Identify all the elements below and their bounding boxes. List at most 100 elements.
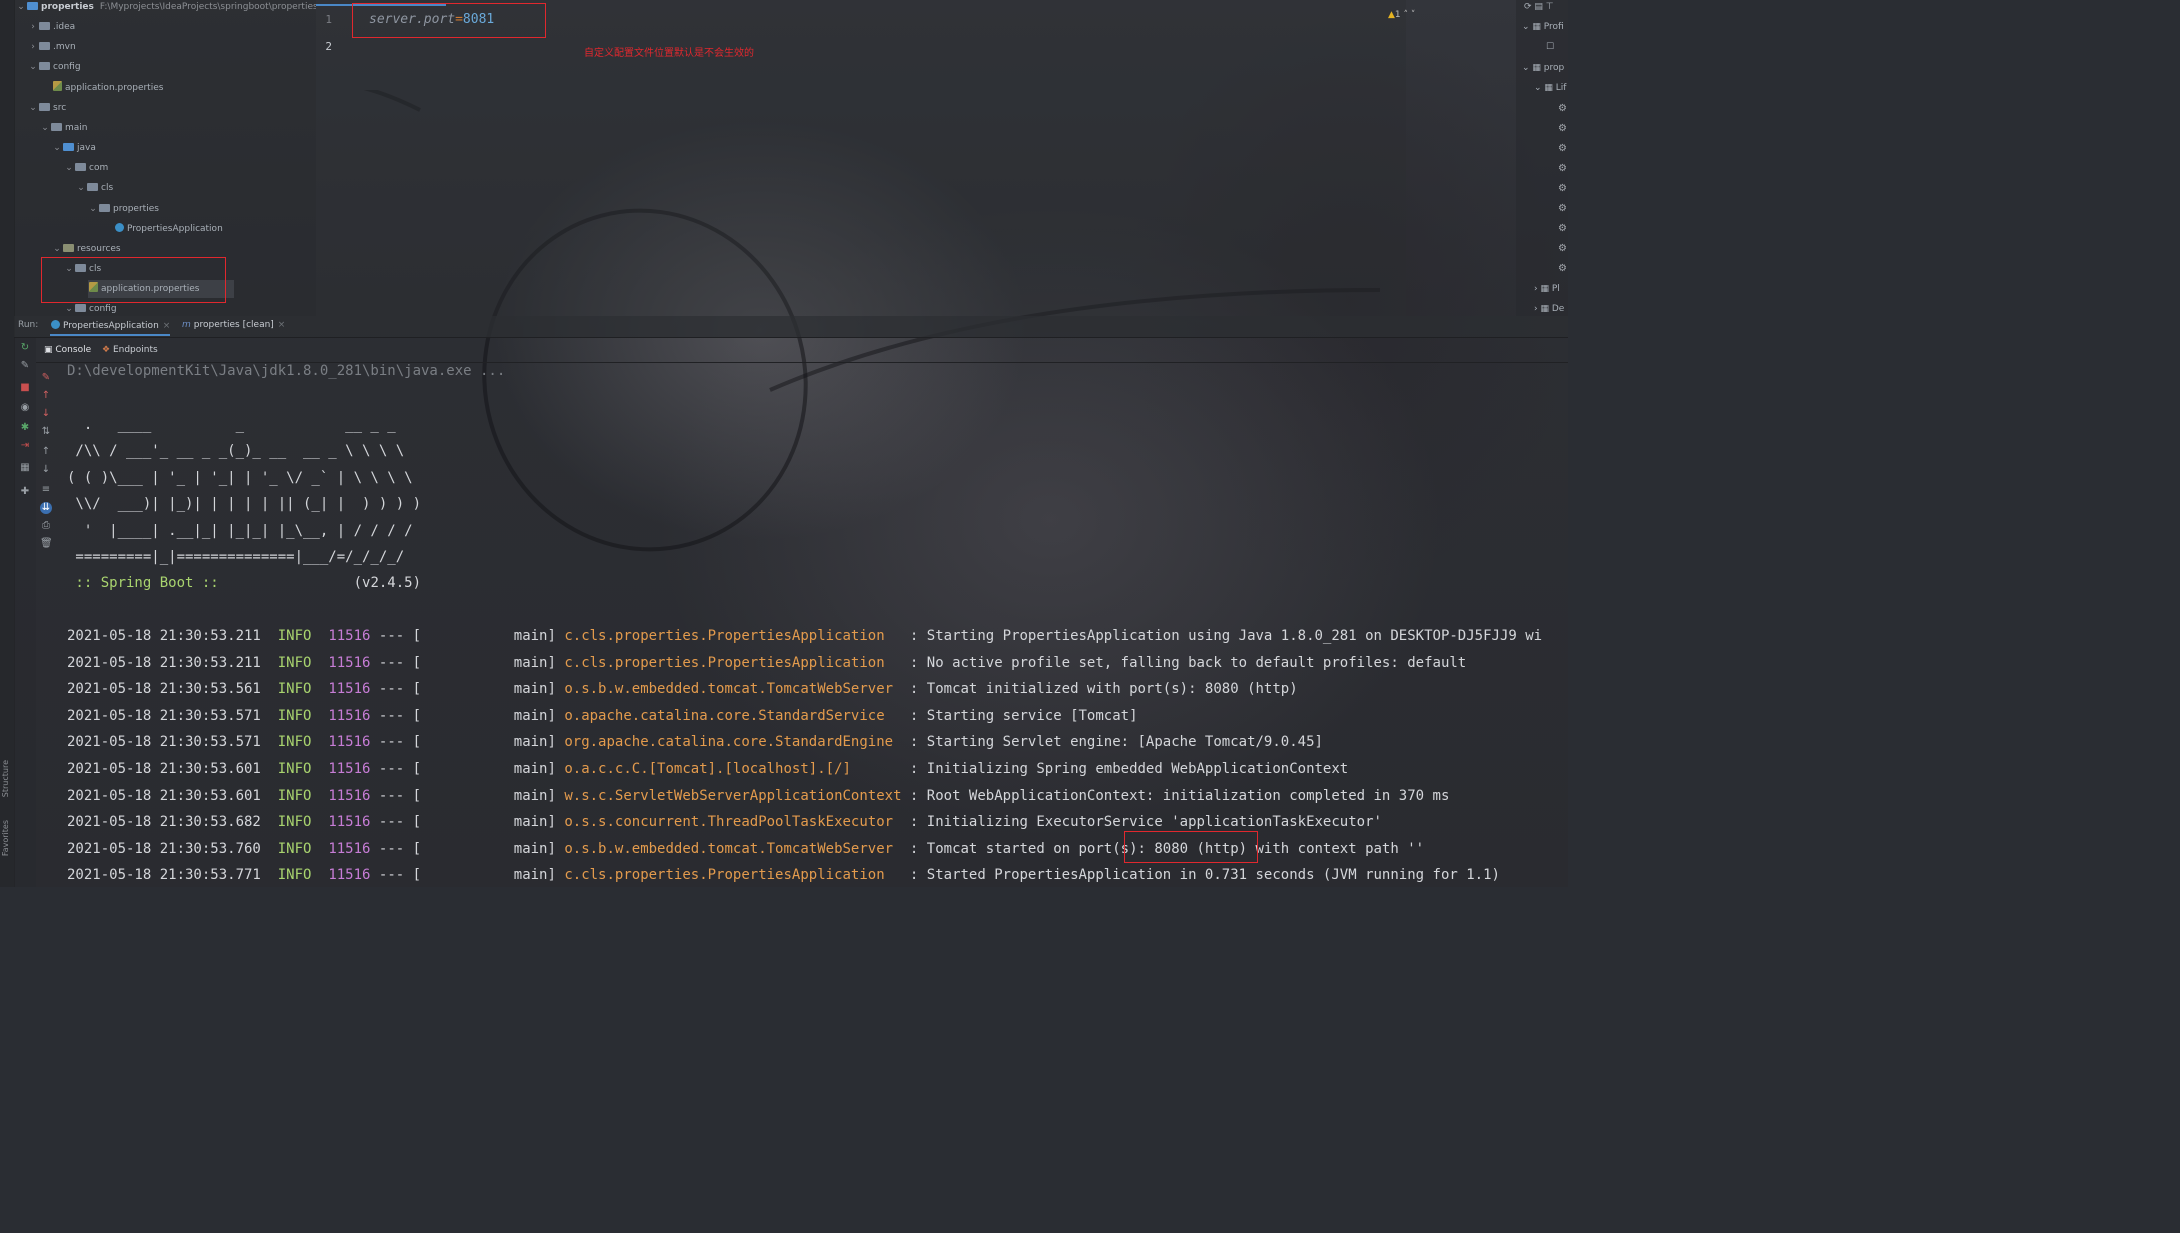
stop-icon[interactable]: ■ (19, 382, 31, 394)
tab-endpoints[interactable]: ❖ Endpoints (102, 345, 158, 355)
run-tab-properties-application[interactable]: PropertiesApplication × (50, 320, 171, 336)
chevron-down-icon[interactable]: ˅ (1411, 10, 1416, 20)
code-line[interactable]: server.port=8081 (369, 12, 494, 27)
tree-item[interactable]: ⌄ config (28, 58, 81, 76)
log-ts: 2021-05-18 21:30:53.601 (67, 787, 261, 804)
chevron-right-icon[interactable]: › (28, 18, 38, 36)
maven-item[interactable]: ⌄ ▦ Profi (1522, 22, 1564, 32)
maven-item-label: Pl (1551, 284, 1560, 294)
close-icon[interactable]: × (163, 321, 171, 331)
tree-item[interactable]: ⌄ src (28, 99, 66, 117)
structure-tab[interactable]: Structure (1, 760, 10, 797)
tree-item-label: resources (77, 244, 121, 254)
log-sep: --- [ (370, 628, 422, 644)
print-icon[interactable]: ⎙ (40, 520, 52, 532)
favorites-tab[interactable]: Favorites (1, 820, 10, 856)
log-ts: 2021-05-18 21:30:53.561 (67, 681, 261, 698)
arrow-up-icon[interactable]: ↑ (40, 390, 52, 402)
debug-icon[interactable]: ✱ (19, 422, 31, 434)
tree-item[interactable]: ⌄ config (64, 300, 117, 316)
tree-item[interactable]: ⌄ com (64, 159, 108, 177)
chevron-down-icon[interactable]: ⌄ (40, 119, 50, 137)
up-icon[interactable]: ↑ (40, 446, 52, 458)
log-level: INFO (277, 681, 312, 698)
tree-item[interactable]: › .idea (28, 18, 75, 36)
log-line: 2021-05-18 21:30:53.571 INFO 11516 --- [… (67, 708, 1138, 724)
gear-icon[interactable]: ⚙ (1558, 223, 1567, 234)
gear-icon[interactable]: ⚙ (1558, 123, 1567, 134)
log-thread: main] (421, 707, 565, 724)
gear-icon[interactable]: ⚙ (1558, 183, 1567, 194)
camera-icon[interactable]: ◉ (19, 402, 31, 414)
log-thread: main] (421, 787, 565, 804)
scroll-to-end-icon[interactable]: ⇊ (40, 502, 52, 514)
maven-item[interactable]: › ▦ De (1534, 304, 1564, 314)
log-msg: : Starting PropertiesApplication using J… (901, 628, 1543, 644)
run-tab-maven-clean[interactable]: m properties [clean] × (182, 320, 285, 330)
console-output[interactable]: D:\developmentKit\Java\jdk1.8.0_281\bin\… (56, 362, 1568, 887)
tree-item[interactable]: › .mvn (28, 38, 76, 56)
tree-root-path: F:\Myprojects\IdeaProjects\springboot\pr… (99, 2, 316, 12)
maven-item[interactable]: › ▦ Pl (1534, 284, 1560, 294)
gear-icon[interactable]: ⚙ (1558, 263, 1567, 274)
log-logger: c.cls.properties.PropertiesApplication (564, 654, 902, 671)
tab-console[interactable]: ▣ Console (44, 345, 91, 355)
maven-item[interactable]: ⌄ ▦ prop (1522, 63, 1564, 73)
refresh-icon[interactable]: ⟳ ▤ ⊤ (1524, 2, 1554, 12)
chevron-down-icon[interactable]: ⌄ (64, 260, 74, 278)
gear-icon[interactable]: ⚙ (1558, 103, 1567, 114)
chevron-down-icon[interactable]: ⌄ (76, 179, 86, 197)
soft-wrap-icon[interactable]: ≡ (40, 484, 52, 496)
tree-item[interactable]: ⌄ cls (76, 179, 113, 197)
chevron-up-icon[interactable]: ˄ (1404, 10, 1409, 20)
gear-icon[interactable]: ⚙ (1558, 163, 1567, 174)
chevron-down-icon[interactable]: ⌄ (16, 0, 26, 16)
folder-icon (27, 2, 38, 10)
layout-icon[interactable]: ▦ (19, 462, 31, 474)
code-editor[interactable] (316, 0, 1406, 316)
pin-icon[interactable]: ✚ (19, 486, 31, 498)
tree-item[interactable]: application.properties (52, 79, 163, 97)
tree-item-selected[interactable]: application.properties (88, 280, 234, 298)
profile-checkbox[interactable]: ☐ (1546, 42, 1554, 52)
chevron-down-icon[interactable]: ⌄ (88, 200, 98, 218)
tree-item-label: config (53, 62, 81, 72)
edit-icon[interactable]: ✎ (40, 372, 52, 384)
wrench-icon[interactable]: ✎ (19, 360, 31, 372)
maven-item[interactable]: ⌄ ▦ Lif (1534, 83, 1566, 93)
tree-item[interactable]: ⌄ cls (64, 260, 101, 278)
log-line: 2021-05-18 21:30:53.682 INFO 11516 --- [… (67, 814, 1382, 830)
rerun-icon[interactable]: ↻ (19, 342, 31, 354)
chevron-right-icon[interactable]: › (28, 38, 38, 56)
tree-item[interactable]: ⌄ main (40, 119, 88, 137)
tree-item[interactable]: ⌄ java (52, 139, 96, 157)
arrow-down-icon[interactable]: ↓ (40, 408, 52, 420)
sort-icon[interactable]: ⇅ (40, 426, 52, 438)
log-line: 2021-05-18 21:30:53.601 INFO 11516 --- [… (67, 761, 1348, 777)
log-level: INFO (277, 787, 312, 804)
chevron-down-icon[interactable]: ⌄ (28, 99, 38, 117)
chevron-down-icon[interactable]: ⌄ (52, 139, 62, 157)
chevron-down-icon[interactable]: ⌄ (64, 300, 74, 316)
chevron-down-icon[interactable]: ⌄ (64, 159, 74, 177)
tree-item[interactable]: ⌄ resources (52, 240, 121, 258)
left-tool-stripe: Structure Favorites (0, 0, 15, 887)
close-icon[interactable]: × (278, 320, 286, 330)
folder-icon (99, 204, 110, 212)
trash-icon[interactable]: 🗑 (40, 538, 53, 550)
tree-item[interactable]: ⌄ properties (88, 200, 159, 218)
tab-label: Endpoints (112, 345, 158, 355)
gear-icon[interactable]: ⚙ (1558, 203, 1567, 214)
tree-item[interactable]: PropertiesApplication (114, 220, 223, 238)
inspection-widget[interactable]: ▲1 ˄ ˅ (1388, 10, 1415, 20)
log-thread: main] (421, 840, 565, 857)
gear-icon[interactable]: ⚙ (1558, 243, 1567, 254)
gear-icon[interactable]: ⚙ (1558, 143, 1567, 154)
tree-root[interactable]: ⌄ properties F:\Myprojects\IdeaProjects\sp… (16, 0, 316, 16)
down-icon[interactable]: ↓ (40, 464, 52, 476)
folder-icon (51, 123, 62, 131)
property-value: 8081 (462, 12, 495, 27)
chevron-down-icon[interactable]: ⌄ (52, 240, 62, 258)
exit-icon[interactable]: ⇥ (19, 440, 31, 452)
chevron-down-icon[interactable]: ⌄ (28, 58, 38, 76)
